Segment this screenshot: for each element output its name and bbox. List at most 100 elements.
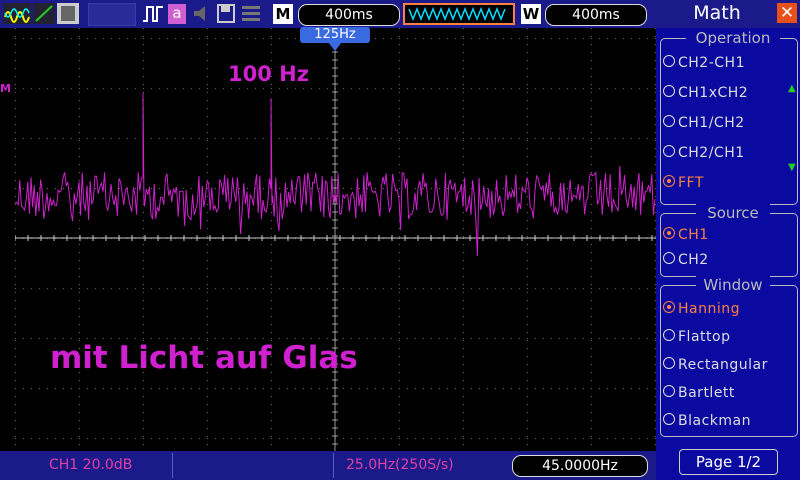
scroll-up-icon[interactable]: ▲ (788, 83, 796, 94)
grid-dot (463, 324, 464, 325)
grid-dot (343, 88, 344, 89)
grid-dot (439, 88, 440, 89)
scroll-down-icon[interactable]: ▼ (788, 162, 796, 173)
grid-dot (591, 212, 592, 213)
window-overview-icon[interactable] (403, 3, 515, 25)
grid-dot (239, 388, 240, 389)
menu-option-ch2[interactable]: CH2 (663, 252, 709, 268)
option-label: CH1xCH2 (678, 85, 749, 101)
grid-dot (15, 84, 16, 85)
grid-dot (599, 138, 600, 139)
menu-option-ch1xch2[interactable]: CH1xCH2 (663, 85, 748, 101)
math-channel-marker[interactable]: M (0, 82, 14, 96)
main-timebase-value[interactable]: 400ms (298, 4, 400, 26)
grid-dot (527, 404, 528, 405)
grid-dot (207, 92, 208, 93)
grid-dot (591, 188, 592, 189)
grid-dot (527, 88, 528, 89)
speaker-icon[interactable] (191, 3, 213, 24)
grid-dot (143, 244, 144, 245)
grid-dot (87, 38, 88, 39)
grid-dot (79, 252, 80, 253)
grid-dot (623, 38, 624, 39)
cursor-icon[interactable] (33, 3, 55, 24)
grid-dot (15, 396, 16, 397)
grid-dot (287, 88, 288, 89)
grid-dot (351, 188, 352, 189)
grid-dot (527, 364, 528, 365)
grid-dot (295, 338, 296, 339)
grid-dot (591, 372, 592, 373)
grid-dot (23, 188, 24, 189)
grid-dot (279, 138, 280, 139)
grid-dot (271, 36, 272, 37)
grid-dot (79, 44, 80, 45)
grid-dot (79, 172, 80, 173)
grid-dot (391, 38, 392, 39)
grid-dot (535, 38, 536, 39)
grid-dot (407, 438, 408, 439)
acquire-mode-icon[interactable]: a (168, 4, 186, 24)
menu-option-flattop[interactable]: Flattop (663, 329, 730, 345)
grid-dot (591, 228, 592, 229)
menu-option-fft[interactable]: FFT (663, 175, 704, 191)
waveform-display[interactable] (15, 28, 656, 451)
grid-dot (111, 438, 112, 439)
print-icon[interactable] (57, 3, 79, 24)
grid-dot (239, 188, 240, 189)
pulse-icon[interactable] (141, 3, 165, 24)
close-icon[interactable]: ✕ (777, 3, 797, 23)
grid-dot (143, 308, 144, 309)
grid-dot (591, 124, 592, 125)
grid-dot (495, 438, 496, 439)
grid-dot (271, 396, 272, 397)
grid-dot (279, 288, 280, 289)
grid-dot (399, 76, 400, 77)
grid-dot (143, 316, 144, 317)
grid-dot (519, 388, 520, 389)
menu-icon[interactable] (240, 3, 262, 24)
menu-option-ch1-ch2[interactable]: CH1/CH2 (663, 115, 745, 131)
peak-annotation: 100 Hz (228, 62, 309, 86)
grid-dot (311, 88, 312, 89)
grid-dot (239, 38, 240, 39)
menu-option-bartlett[interactable]: Bartlett (663, 385, 735, 401)
grid-dot (15, 60, 16, 61)
ch1-scale[interactable]: CH1 20.0dB (49, 457, 132, 473)
grid-dot (639, 388, 640, 389)
grid-dot (527, 438, 528, 439)
grid-dot (79, 76, 80, 77)
grid-dot (127, 388, 128, 389)
grid-dot (135, 88, 136, 89)
trigger-position-marker[interactable]: 125Hz (300, 27, 370, 43)
menu-option-ch1[interactable]: CH1 (663, 227, 709, 243)
grid-dot (39, 38, 40, 39)
save-icon[interactable] (216, 3, 236, 24)
grid-dot (119, 438, 120, 439)
grid-dot (399, 84, 400, 85)
grid-dot (39, 138, 40, 139)
grid-dot (119, 138, 120, 139)
cursor-frequency[interactable]: 45.0000Hz (512, 455, 648, 477)
grid-dot (599, 338, 600, 339)
grid-dot (527, 108, 528, 109)
grid-dot (391, 138, 392, 139)
grid-dot (527, 68, 528, 69)
grid-dot (615, 438, 616, 439)
menu-option-blackman[interactable]: Blackman (663, 413, 751, 429)
grid-dot (391, 438, 392, 439)
window-timebase-value[interactable]: 400ms (545, 4, 647, 26)
option-label: Bartlett (678, 385, 735, 401)
grid-dot (503, 338, 504, 339)
grid-dot (631, 388, 632, 389)
ch1-waveform-icon[interactable] (3, 3, 31, 24)
menu-option-ch2-ch1[interactable]: CH2-CH1 (663, 55, 745, 71)
grid-dot (207, 388, 208, 389)
menu-option-rectangular[interactable]: Rectangular (663, 357, 768, 373)
menu-option-hanning[interactable]: Hanning (663, 301, 740, 317)
grid-dot (463, 380, 464, 381)
menu-option-ch2-ch1[interactable]: CH2/CH1 (663, 145, 745, 161)
grid-dot (415, 188, 416, 189)
grid-dot (399, 444, 400, 445)
page-button[interactable]: Page 1/2 (679, 449, 778, 475)
